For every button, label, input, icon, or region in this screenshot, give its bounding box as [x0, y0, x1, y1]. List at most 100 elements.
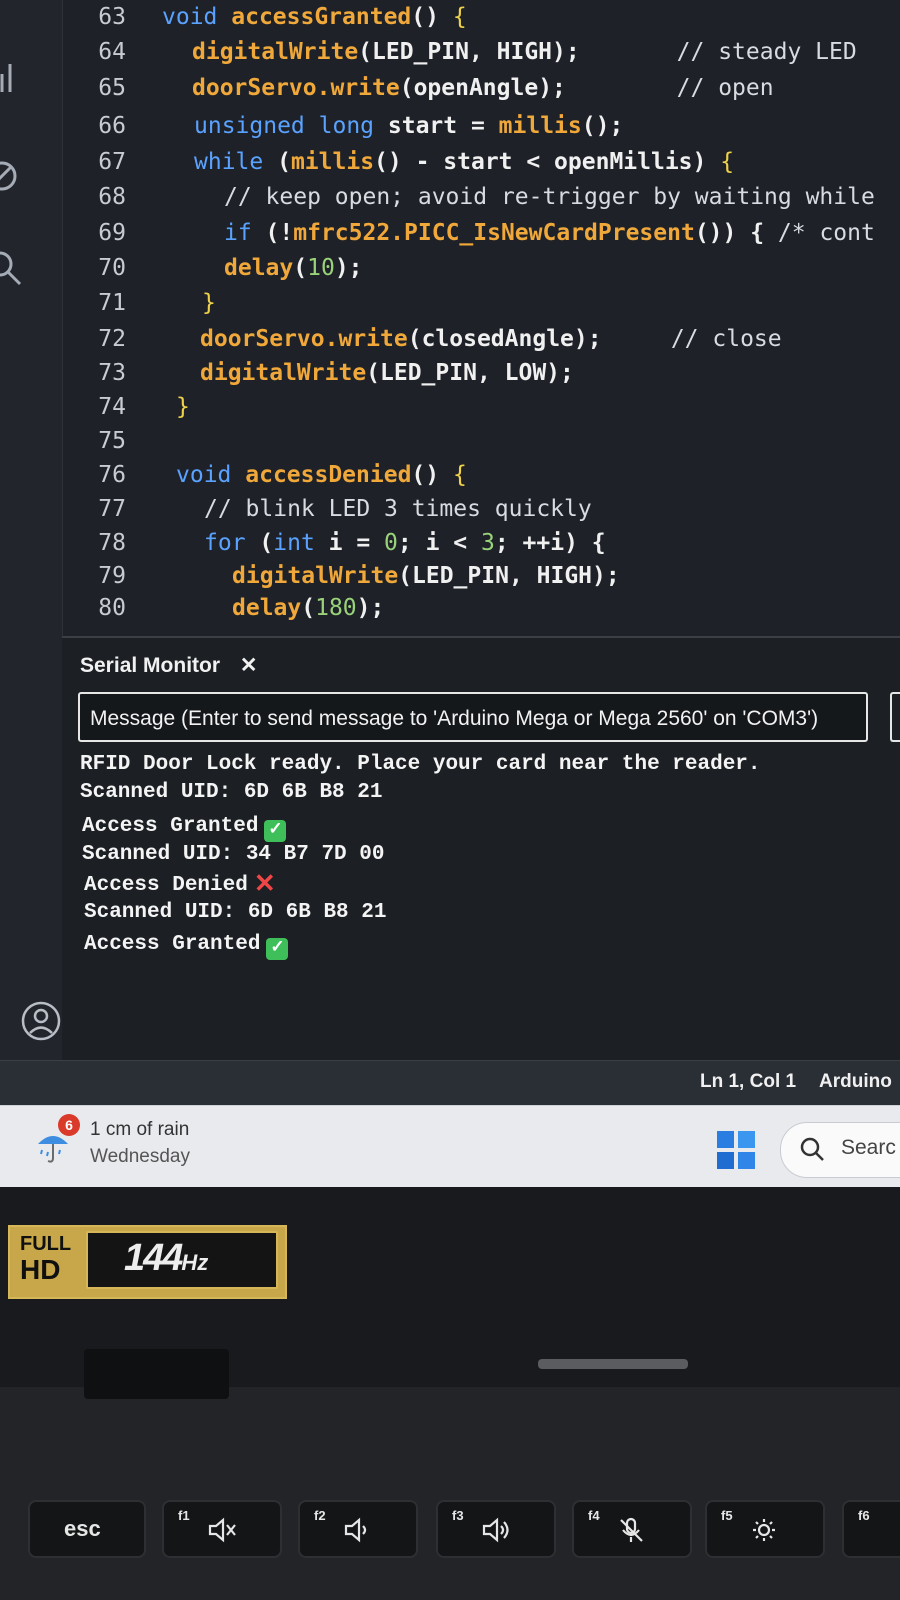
code-line[interactable]: 68 // keep open; avoid re-trigger by wait… — [62, 180, 900, 214]
code-token: digitalWrite — [200, 360, 367, 386]
code-token: 180 — [315, 595, 357, 621]
line-number: 63 — [98, 4, 126, 30]
hinge-bar — [538, 1359, 688, 1369]
function-key-f4[interactable]: f4 — [572, 1500, 692, 1558]
chart-icon[interactable] — [0, 58, 26, 98]
code-line[interactable]: 78 for (int i = 0; i < 3; ++i) { — [62, 526, 900, 560]
code-line[interactable]: 71} — [62, 286, 900, 320]
weather-day[interactable]: Wednesday — [90, 1146, 190, 1168]
code-token: (openAngle); — [399, 75, 566, 101]
code-token: () — [411, 462, 453, 488]
code-line[interactable]: 74} — [62, 390, 900, 424]
windows-start-icon[interactable] — [717, 1131, 755, 1169]
code-text: doorServo.write(closedAngle); // close — [200, 322, 782, 356]
code-line[interactable]: 67 while (millis() - start < openMillis) … — [62, 145, 900, 179]
check-mark-icon: ✓ — [266, 938, 289, 960]
code-text: digitalWrite(LED_PIN, HIGH); — [232, 559, 620, 593]
line-number: 76 — [98, 462, 126, 488]
windows-taskbar: 6 1 cm of rain Wednesday Searc — [0, 1105, 900, 1188]
mic-mute-icon — [620, 1517, 643, 1542]
function-key-f6[interactable]: f6 — [842, 1500, 900, 1558]
volume-up-icon — [482, 1517, 509, 1543]
serial-output-text: Scanned UID: 6D 6B B8 21 — [84, 901, 387, 924]
code-area[interactable]: 63 void accessGranted() {64 digitalWrite(L… — [62, 0, 900, 636]
code-token: doorServo.write — [192, 75, 400, 101]
code-token: accessGranted — [231, 4, 412, 30]
search-icon[interactable] — [0, 248, 26, 288]
code-token: millis — [290, 149, 375, 175]
code-line[interactable]: 72 doorServo.write(closedAngle); // close — [62, 322, 900, 356]
code-token: ()) { — [694, 220, 778, 246]
serial-output-line: Scanned UID: 6D 6B B8 21 — [80, 778, 382, 808]
code-token: void — [162, 4, 232, 30]
code-token: 10 — [307, 255, 335, 281]
code-line[interactable]: 77 // blink LED 3 times quickly — [62, 492, 900, 526]
function-key-f5[interactable]: f5 — [705, 1500, 825, 1558]
code-token: ( — [293, 255, 308, 281]
serial-output-line: RFID Door Lock ready. Place your card ne… — [80, 750, 761, 780]
code-text: digitalWrite(LED_PIN, LOW); — [200, 356, 574, 390]
code-text: digitalWrite(LED_PIN, HIGH); // steady L… — [192, 35, 857, 69]
brightness-icon — [753, 1519, 775, 1541]
line-number: 69 — [98, 220, 126, 246]
code-token: ( — [277, 149, 291, 175]
code-token: { — [720, 149, 735, 175]
line-number: 70 — [98, 255, 126, 281]
function-key-f2[interactable]: f2 — [298, 1500, 418, 1558]
code-line[interactable]: 70 delay(10); — [62, 251, 900, 285]
code-text: // blink LED 3 times quickly — [204, 492, 592, 526]
taskbar-search[interactable]: Searc — [780, 1122, 900, 1178]
code-token: doorServo.write — [200, 326, 408, 352]
debug-icon[interactable] — [0, 156, 26, 196]
serial-output-text: Scanned UID: 34 B7 7D 00 — [82, 843, 385, 866]
status-bar: Ln 1, Col 1 Arduino — [0, 1060, 900, 1106]
code-token: millis — [498, 113, 582, 139]
code-token: } — [176, 394, 190, 420]
code-line[interactable]: 75 — [62, 424, 900, 458]
function-key-label: f2 — [314, 1508, 326, 1523]
check-mark-icon: ✓ — [264, 820, 287, 842]
code-token: // blink LED 3 times quickly — [204, 496, 592, 522]
board-language[interactable]: Arduino — [819, 1071, 892, 1093]
code-line[interactable]: 79 digitalWrite(LED_PIN, HIGH); — [62, 559, 900, 593]
code-token: accessDenied — [245, 462, 412, 488]
account-icon[interactable] — [20, 1000, 62, 1042]
code-line[interactable]: 73 digitalWrite(LED_PIN, LOW); — [62, 356, 900, 390]
code-token: i = — [328, 530, 385, 556]
badge-line2: HD — [20, 1254, 61, 1285]
code-text: } — [176, 390, 190, 424]
weather-summary[interactable]: 1 cm of rain — [90, 1119, 189, 1141]
line-number: 64 — [98, 39, 126, 65]
code-line[interactable]: 76 void accessDenied() { — [62, 458, 900, 492]
line-number: 74 — [98, 394, 126, 420]
search-icon — [800, 1137, 824, 1161]
code-line[interactable]: 80 delay(180); — [62, 591, 900, 625]
code-token: (LED_PIN, HIGH); — [358, 39, 580, 65]
code-line[interactable]: 65 doorServo.write(openAngle); // open — [62, 71, 900, 105]
notification-badge: 6 — [58, 1114, 80, 1136]
code-token: (! — [265, 220, 294, 246]
code-editor[interactable]: 63 void accessGranted() {64 digitalWrite(L… — [0, 0, 900, 636]
close-icon[interactable]: ✕ — [240, 654, 258, 677]
code-token: ; ++i) { — [494, 530, 606, 556]
serial-output-line: Access Granted ✓ — [82, 812, 287, 842]
code-token: () — [411, 4, 453, 30]
tab-serial-monitor[interactable]: Serial Monitor ✕ — [80, 648, 257, 684]
serial-output-text: Access Granted — [84, 933, 261, 956]
esc-key[interactable]: esc — [28, 1500, 146, 1558]
code-line[interactable]: 63 void accessGranted() { — [62, 0, 900, 34]
code-token: ); — [356, 595, 385, 621]
code-line[interactable]: 66 unsigned long start = millis(); — [62, 109, 900, 143]
code-line[interactable]: 64 digitalWrite(LED_PIN, HIGH); // steady… — [62, 35, 900, 69]
serial-output-text: Scanned UID: 6D 6B B8 21 — [80, 781, 383, 804]
cursor-position[interactable]: Ln 1, Col 1 — [700, 1071, 796, 1093]
serial-message-input[interactable]: Message (Enter to send message to 'Ardui… — [78, 692, 868, 742]
line-number: 67 — [98, 149, 126, 175]
function-key-f3[interactable]: f3 — [436, 1500, 556, 1558]
line-ending-select[interactable] — [890, 692, 900, 742]
volume-down-icon — [344, 1517, 367, 1543]
full-hd-144hz-sticker: FULL HD 144Hz — [8, 1225, 287, 1299]
code-line[interactable]: 69 if (!mfrc522.PICC_IsNewCardPresent()) … — [62, 216, 900, 250]
function-key-f1[interactable]: f1 — [162, 1500, 282, 1558]
serial-output-text: Access Granted — [82, 815, 259, 838]
